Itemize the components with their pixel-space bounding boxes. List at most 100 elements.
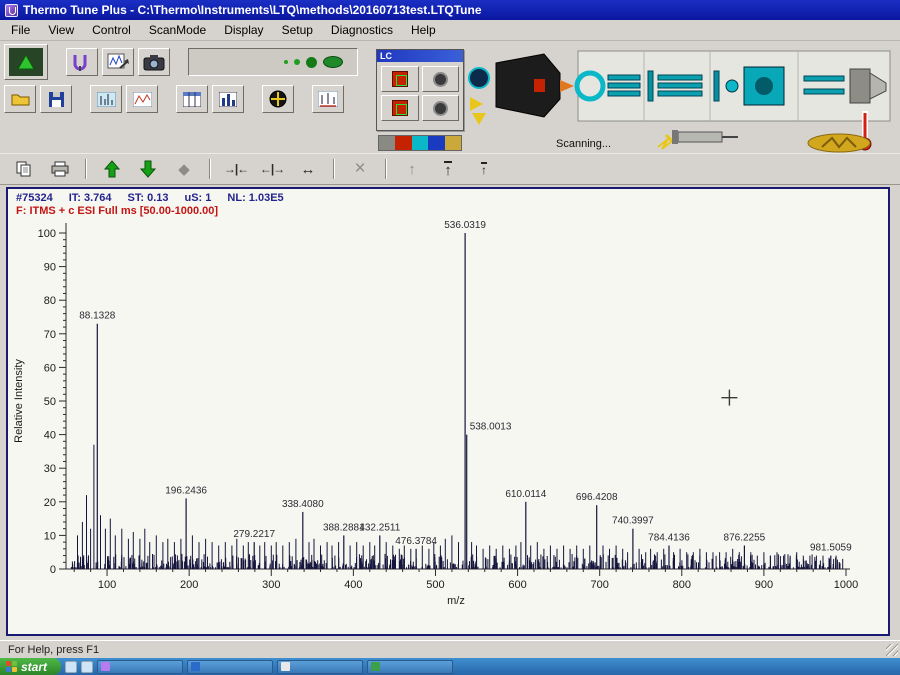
taskbar-item[interactable] xyxy=(187,659,274,674)
taskbar-item[interactable] xyxy=(277,659,364,674)
bargraph-view-button[interactable] xyxy=(212,85,244,113)
menu-help[interactable]: Help xyxy=(402,20,445,40)
scan-header: #75324 IT: 3.764 ST: 0.13 uS: 1 NL: 1.03… xyxy=(16,192,284,204)
print-button[interactable] xyxy=(46,157,74,181)
scanning-status-label: Scanning... xyxy=(556,138,612,150)
full-range-button[interactable]: ↔ xyxy=(294,157,322,181)
copy-button[interactable] xyxy=(10,157,38,181)
expand-arrows-icon: ←|→ xyxy=(259,162,285,176)
svg-text:696.4208: 696.4208 xyxy=(576,492,618,503)
start-button[interactable]: start xyxy=(0,658,62,675)
svg-text:88.1328: 88.1328 xyxy=(79,311,116,322)
status-help-text: For Help, press F1 xyxy=(8,643,100,656)
taskbar-item[interactable] xyxy=(367,659,454,674)
divert-valve-icon[interactable] xyxy=(468,67,490,89)
spray-dot-icon xyxy=(294,59,300,65)
vacuum-pump-logo-icon xyxy=(807,133,871,153)
svg-text:300: 300 xyxy=(262,579,280,591)
scale-up-button[interactable]: ↑ xyxy=(398,157,426,181)
full-range-arrow-icon: ↔ xyxy=(300,160,316,178)
svg-text:536.0319: 536.0319 xyxy=(444,220,486,231)
mass-spectrum-chart[interactable]: 0 10 20 30 40 50 60 70 80 90 100 100 200 300 400 500 600… xyxy=(10,219,888,627)
syringe-status-icon[interactable] xyxy=(652,127,742,151)
toolbar-area: LC Scanning... xyxy=(0,41,900,153)
snapshot-button[interactable] xyxy=(138,48,170,76)
svg-text:610.0114: 610.0114 xyxy=(505,489,546,500)
instrument-on-button[interactable] xyxy=(4,44,48,80)
svg-text:338.4080: 338.4080 xyxy=(282,499,324,510)
svg-text:400: 400 xyxy=(344,579,362,591)
taskbar-item[interactable] xyxy=(97,659,184,674)
menu-diagnostics[interactable]: Diagnostics xyxy=(322,20,402,40)
svg-text:30: 30 xyxy=(44,463,56,475)
clear-x-icon: × xyxy=(354,158,366,179)
svg-text:200: 200 xyxy=(180,579,198,591)
spray-plume-icon xyxy=(323,56,343,68)
target-icon xyxy=(269,90,287,108)
menu-view[interactable]: View xyxy=(39,20,83,40)
ion-trap xyxy=(743,66,785,106)
lc-pump-icon xyxy=(391,71,408,87)
task-icon xyxy=(281,662,291,671)
expand-x-button[interactable]: ←|→ xyxy=(258,157,286,181)
quick-launch-icon[interactable] xyxy=(81,660,94,673)
task-icon xyxy=(371,662,381,671)
lc-detector-icon xyxy=(391,100,408,116)
autoscale-y-button[interactable]: ◆ xyxy=(170,157,198,181)
menu-setup[interactable]: Setup xyxy=(273,20,322,40)
graph-view-button[interactable] xyxy=(126,85,158,113)
menu-display[interactable]: Display xyxy=(215,20,272,40)
open-file-button[interactable] xyxy=(4,85,36,113)
toolbar-separator xyxy=(385,159,387,179)
svg-text:740.3997: 740.3997 xyxy=(612,516,654,527)
scan-time: ST: 0.13 xyxy=(127,192,169,204)
tune-target-button[interactable] xyxy=(262,85,294,113)
menu-control[interactable]: Control xyxy=(83,20,140,40)
svg-text:40: 40 xyxy=(44,430,56,442)
lc-valve-button[interactable] xyxy=(421,66,459,92)
scan-number: #75324 xyxy=(16,192,53,204)
resize-grip[interactable] xyxy=(886,644,898,656)
normalize-largest-button[interactable]: ↑ xyxy=(434,157,462,181)
lc-detector-button[interactable] xyxy=(381,95,419,121)
range-chart-icon xyxy=(318,91,338,107)
clear-zoom-button[interactable]: × xyxy=(346,157,374,181)
quadrupole-q0 xyxy=(657,74,703,97)
valve-icon xyxy=(432,71,448,87)
svg-text:20: 20 xyxy=(44,497,56,509)
up-arrow-icon: ↑ xyxy=(408,160,416,178)
autosampler-status-widget xyxy=(378,135,462,151)
svg-text:100: 100 xyxy=(98,579,116,591)
compress-arrows-icon: →|← xyxy=(223,162,249,176)
syringe-pump-button[interactable] xyxy=(66,48,98,76)
spray-dot-icon xyxy=(306,56,317,68)
windows-flag-icon xyxy=(6,661,17,672)
lc-valve2-button[interactable] xyxy=(421,95,459,121)
ion-source xyxy=(495,53,561,118)
app-icon xyxy=(5,3,18,17)
normalize-base-button[interactable]: ↑ xyxy=(470,157,498,181)
spectrum-view-button[interactable] xyxy=(90,85,122,113)
zoom-out-y-button[interactable] xyxy=(134,157,162,181)
spectrum-icon xyxy=(96,91,116,107)
define-scan-button[interactable] xyxy=(102,48,134,76)
svg-text:70: 70 xyxy=(44,329,56,341)
zoom-in-y-button[interactable] xyxy=(98,157,126,181)
mass-range-button[interactable] xyxy=(312,85,344,113)
lc-pump-button[interactable] xyxy=(381,66,419,92)
printer-icon xyxy=(51,161,69,177)
bar-chart-icon xyxy=(219,91,237,107)
toolbar-separator xyxy=(85,159,87,179)
table-view-button[interactable] xyxy=(176,85,208,113)
flow-arrow-right-icon xyxy=(470,97,483,111)
menu-file[interactable]: File xyxy=(2,20,39,40)
microscans: uS: 1 xyxy=(184,192,212,204)
svg-text:432.2511: 432.2511 xyxy=(359,522,400,533)
quick-launch-icon[interactable] xyxy=(65,660,78,673)
status-bar: For Help, press F1 xyxy=(0,640,900,658)
menu-scanmode[interactable]: ScanMode xyxy=(140,20,215,40)
save-file-button[interactable] xyxy=(40,85,72,113)
svg-text:800: 800 xyxy=(673,579,691,591)
compress-x-button[interactable]: →|← xyxy=(222,157,250,181)
window-title: Thermo Tune Plus - C:\Thermo\Instruments… xyxy=(23,3,482,17)
